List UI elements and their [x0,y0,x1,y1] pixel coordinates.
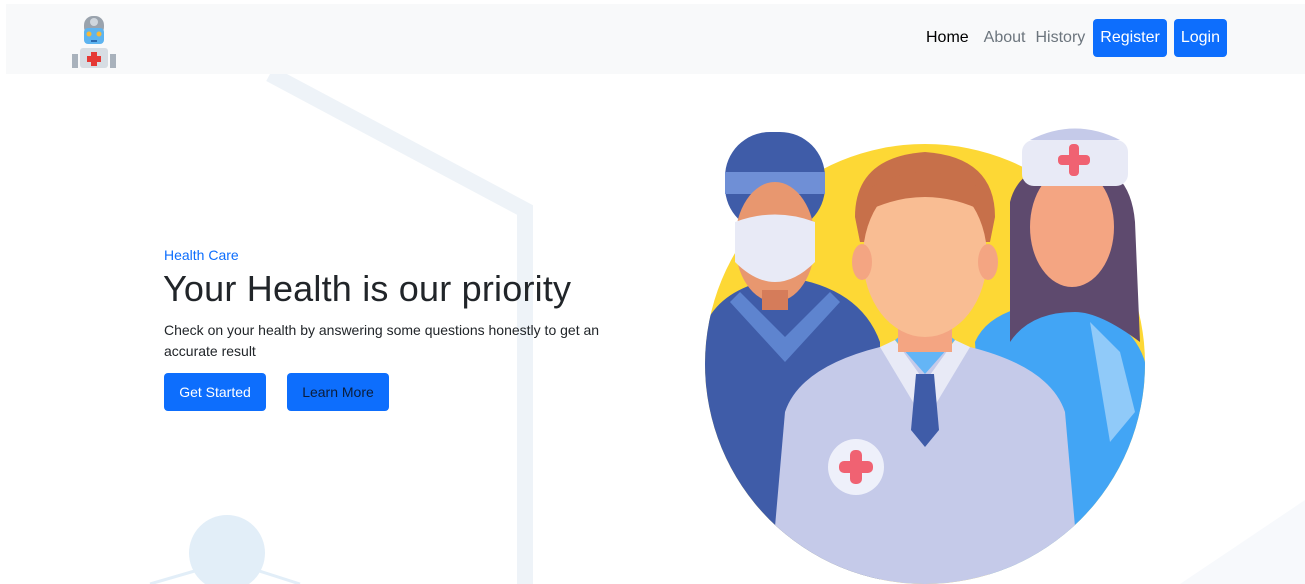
nav-about[interactable]: About [984,29,1026,47]
learn-more-button[interactable]: Learn More [287,373,389,411]
nav-home[interactable]: Home [926,29,969,47]
browser-top-edge [0,0,1305,4]
nav-links: Home About History Register Login [911,19,1227,57]
hero-eyebrow: Health Care [164,247,239,263]
hero-description: Check on your health by answering some q… [164,322,600,359]
robot-doctor-icon[interactable] [66,10,122,70]
get-started-button[interactable]: Get Started [164,373,266,411]
navbar: Home About History Register Login [6,4,1305,74]
medical-team-illustration [705,128,1145,584]
nav-history[interactable]: History [1035,29,1085,47]
login-button[interactable]: Login [1173,19,1227,57]
register-button[interactable]: Register [1093,19,1167,57]
hero-title: Your Health is our priority [163,268,572,309]
